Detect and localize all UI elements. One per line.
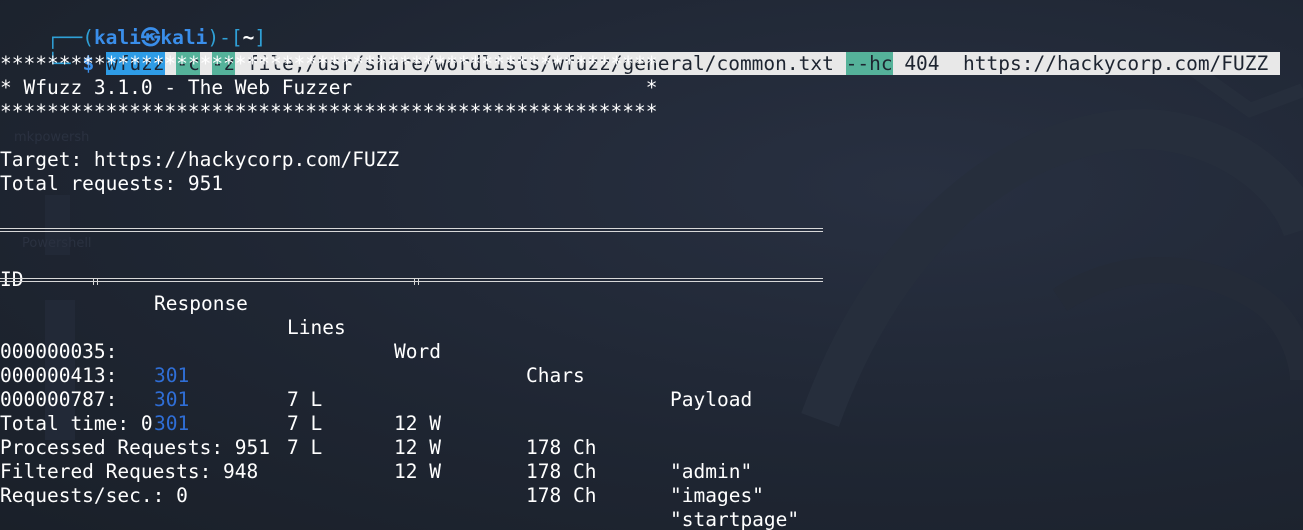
banner-stars-top: ****************************************… bbox=[0, 52, 658, 75]
cell-lines: 7 L bbox=[287, 388, 323, 411]
table-row[interactable]: 000000413: 301 7 L 12 W 178 Ch "images" bbox=[0, 340, 823, 507]
command-line[interactable]: └─ $ wfuzz -c -z file,/usr/share/wordlist… bbox=[0, 28, 1280, 75]
cell-response: 301 bbox=[154, 388, 190, 411]
header-payload: Payload bbox=[670, 388, 753, 411]
banner-stars-bottom: ****************************************… bbox=[0, 100, 658, 123]
summary-processed: Processed Requests: 951 bbox=[0, 436, 271, 459]
cell-id: 000000787: bbox=[0, 388, 118, 411]
table-row[interactable]: 000000035: 301 7 L 12 W 178 Ch "admin" bbox=[0, 316, 823, 483]
cell-lines: 7 L bbox=[287, 436, 323, 459]
summary-rate: Requests/sec.: 0 bbox=[0, 484, 188, 507]
header-response: Response bbox=[154, 292, 248, 315]
cell-payload: "startpage" bbox=[670, 508, 800, 530]
cell-chars: 178 Ch bbox=[526, 436, 597, 459]
cell-chars: 178 Ch bbox=[526, 484, 597, 507]
target-line: Target: https://hackycorp.com/FUZZ bbox=[0, 148, 400, 171]
cell-payload: "admin" bbox=[670, 460, 753, 483]
terminal-window[interactable]: ┌──(kali㉿kali)-[~] └─ $ wfuzz -c -z file,… bbox=[0, 0, 1303, 530]
table-rule-bottom bbox=[0, 278, 823, 282]
banner-title: * Wfuzz 3.1.0 - The Web Fuzzer * bbox=[0, 76, 658, 99]
cell-word: 12 W bbox=[394, 460, 441, 483]
command-flag-hc[interactable]: --hc bbox=[845, 52, 893, 75]
summary-filtered: Filtered Requests: 948 bbox=[0, 460, 259, 483]
cell-payload: "images" bbox=[670, 484, 764, 507]
total-requests-line: Total requests: 951 bbox=[0, 172, 224, 195]
table-rule-junction bbox=[414, 278, 419, 285]
command-rest[interactable]: 404 https://hackycorp.com/FUZZ bbox=[892, 52, 1280, 75]
table-row[interactable]: 000000787: 301 7 L 12 W 178 Ch "startpag… bbox=[0, 364, 823, 530]
cell-response: 301 bbox=[154, 412, 190, 435]
prompt-line: ┌──(kali㉿kali)-[~] bbox=[0, 2, 266, 49]
table-header: ID Response Lines Word Chars Payload bbox=[0, 244, 823, 411]
cell-word: 12 W bbox=[394, 412, 441, 435]
summary-total-time: Total time: 0 bbox=[0, 412, 153, 435]
cell-lines: 7 L bbox=[287, 412, 323, 435]
table-rule-junction bbox=[93, 278, 98, 285]
table-rule-top bbox=[0, 228, 823, 232]
cell-word: 12 W bbox=[394, 436, 441, 459]
cell-chars: 178 Ch bbox=[526, 460, 597, 483]
